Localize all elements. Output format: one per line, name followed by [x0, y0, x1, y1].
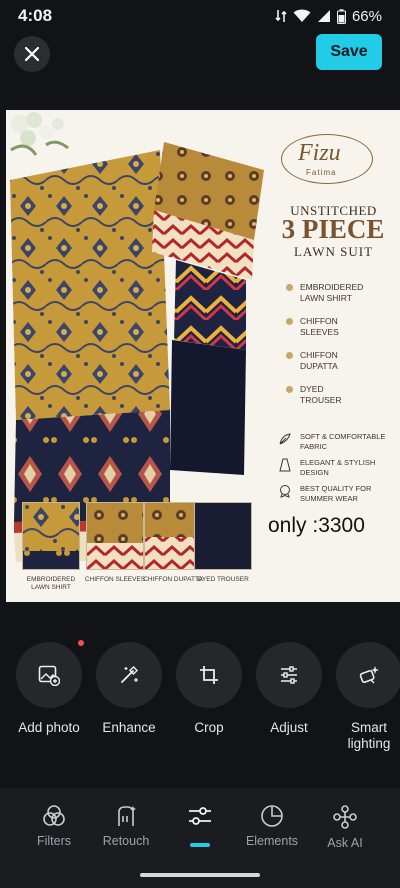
feature-item: CHIFFON DUPATTA [286, 350, 396, 372]
edited-photo[interactable]: Fizu Fatima UNSTITCHED 3 PIECE LAWN SUIT… [6, 110, 400, 602]
smart-lighting-icon [359, 666, 379, 684]
quality-badge-icon [280, 485, 290, 498]
signal-icon [317, 10, 330, 22]
dress-icon [279, 458, 291, 472]
status-time: 4:08 [18, 6, 53, 25]
thumbnail-sleeves [86, 502, 144, 570]
feather-icon [279, 433, 291, 445]
status-bar: 4:08 66% [0, 0, 400, 32]
nav-label: Filters [36, 834, 72, 848]
adjust-icon [189, 807, 211, 825]
nav-label: Retouch [102, 834, 150, 848]
battery-icon [336, 8, 346, 24]
nav-label: Elements [245, 834, 299, 848]
elements-icon [261, 805, 283, 827]
close-icon [25, 47, 39, 61]
tool-label: Adjust [270, 720, 308, 735]
status-icons: 66% [275, 8, 382, 25]
tool-crop[interactable]: Crop [169, 642, 249, 736]
thumbnail-trouser [194, 502, 252, 570]
price-text-overlay[interactable]: only :3300 [268, 514, 365, 538]
quality-item: BEST QUALITY FOR SUMMER WEAR [278, 484, 398, 504]
headline-main: 3 PIECE [281, 214, 385, 244]
crop-icon [200, 666, 218, 684]
nav-adjust[interactable] [160, 804, 240, 834]
tool-label: Crop [194, 720, 224, 735]
feature-item: CHIFFON SLEEVES [286, 316, 396, 338]
tool-adjust[interactable]: Adjust [249, 642, 329, 736]
quality-item: ELEGANT & STYLISH DESIGN [278, 458, 398, 478]
data-transfer-icon [275, 10, 287, 22]
tool-enhance[interactable]: Enhance [89, 642, 169, 736]
nav-ask-ai[interactable]: Ask AI [305, 804, 385, 850]
tool-smart-lighting[interactable]: Smart lighting [329, 642, 400, 752]
tool-label: Add photo [18, 720, 80, 735]
brand-name: Fizu [298, 140, 341, 166]
add-photo-icon [38, 665, 60, 686]
nav-retouch[interactable]: Retouch [86, 804, 166, 848]
close-button[interactable] [14, 36, 50, 72]
battery-level: 66% [351, 7, 382, 25]
dupatta-sleeves-trouser-fabric [152, 142, 264, 475]
retouch-icon [118, 806, 136, 826]
thumbnail-label: CHIFFON SLEEVES [84, 576, 146, 583]
feature-item: EMBROIDERED LAWN SHIRT [286, 282, 396, 304]
home-indicator[interactable] [140, 873, 260, 877]
quality-item: SOFT & COMFORTABLE FABRIC [278, 432, 398, 452]
tool-label: Smart lighting [347, 720, 391, 751]
tool-label: Enhance [102, 720, 156, 735]
nav-label: Ask AI [327, 836, 363, 850]
thumbnail-label: DYED TROUSER [197, 576, 249, 583]
nav-elements[interactable]: Elements [232, 804, 312, 848]
save-button[interactable]: Save [316, 34, 382, 70]
tool-add-photo[interactable]: Add photo [9, 642, 89, 736]
sliders-icon [281, 666, 297, 684]
nav-filters[interactable]: Filters [14, 804, 94, 848]
magic-wand-icon [121, 665, 139, 683]
thumbnail-label: EMBROIDERED LAWN SHIRT [26, 576, 76, 591]
active-tab-indicator [190, 843, 210, 847]
feature-item: DYED TROUSER [286, 384, 396, 406]
tools-row: Add photo Enhance Crop Adjust Smart ligh… [0, 642, 400, 762]
thumbnail-shirt [22, 502, 80, 570]
brand-subname: Fatima [306, 168, 337, 177]
ask-ai-icon [333, 805, 357, 829]
filters-icon [43, 805, 65, 826]
wifi-icon [293, 9, 311, 22]
headline-bottom: LAWN SUIT [293, 244, 374, 259]
